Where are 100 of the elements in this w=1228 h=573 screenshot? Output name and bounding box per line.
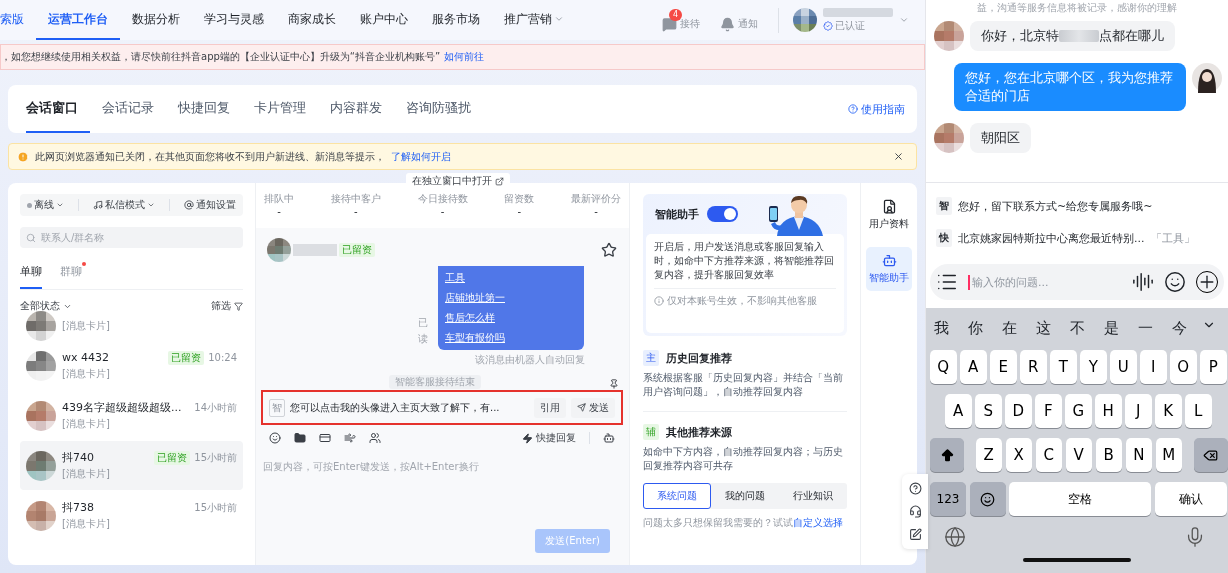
- filter-button[interactable]: 筛选: [211, 299, 243, 313]
- key[interactable]: A: [960, 350, 987, 384]
- tab[interactable]: 咨询防骚扰: [394, 85, 483, 133]
- candidate-word[interactable]: 这: [1036, 318, 1051, 338]
- status-filter[interactable]: 全部状态: [20, 299, 72, 313]
- key[interactable]: D: [1005, 394, 1032, 428]
- tab[interactable]: 快捷回复: [166, 85, 242, 133]
- message-time: 14小时前: [194, 400, 237, 415]
- key[interactable]: I: [1140, 350, 1167, 384]
- confirm-key[interactable]: 确认: [1154, 482, 1227, 516]
- key[interactable]: C: [1035, 438, 1062, 472]
- key[interactable]: Y: [1080, 350, 1107, 384]
- question-link[interactable]: 工具: [445, 271, 465, 285]
- suggested-reply[interactable]: 快 北京姚家园特斯拉中心离您最近特别... 「工具」: [926, 229, 1228, 247]
- emoji-key[interactable]: [969, 482, 1006, 516]
- backspace-key[interactable]: [1193, 438, 1228, 472]
- quote-button[interactable]: 引用: [534, 397, 566, 418]
- globe-icon[interactable]: [944, 526, 966, 548]
- conversation-item[interactable]: 439名字超级超级超级... 14小时前 [消息卡片]: [20, 391, 243, 440]
- assistant-toggle[interactable]: [707, 206, 738, 222]
- edit-icon[interactable]: [908, 528, 922, 541]
- key[interactable]: S: [975, 394, 1002, 428]
- tab[interactable]: 会话记录: [90, 85, 166, 133]
- number-key[interactable]: 123: [930, 482, 966, 516]
- key[interactable]: X: [1005, 438, 1032, 472]
- tab[interactable]: 卡片管理: [242, 85, 318, 133]
- folder-icon[interactable]: [294, 432, 306, 444]
- toolbar-item[interactable]: 私信模式: [93, 198, 155, 212]
- candidate-word[interactable]: 是: [1104, 318, 1119, 338]
- segment-tab[interactable]: 行业知识: [779, 483, 847, 509]
- headset-icon[interactable]: [908, 505, 922, 518]
- nav-item[interactable]: 学习与灵感: [192, 0, 276, 40]
- send-button[interactable]: 发送: [571, 397, 615, 418]
- conversation-item[interactable]: wx 4432 已留资 10:24 [消息卡片]: [20, 341, 243, 390]
- robot-icon[interactable]: [603, 432, 615, 444]
- custom-select-link[interactable]: 自定义选择: [793, 517, 843, 528]
- key[interactable]: E: [990, 350, 1017, 384]
- suggested-reply[interactable]: 智 您好，留下联系方式~给您专属服务哦~: [926, 197, 1228, 215]
- key[interactable]: O: [1170, 350, 1197, 384]
- emoji-icon[interactable]: [1164, 271, 1186, 293]
- card-icon[interactable]: [319, 432, 331, 444]
- key[interactable]: L: [1185, 394, 1212, 428]
- tab[interactable]: 会话窗口: [26, 85, 90, 133]
- star-icon[interactable]: [601, 242, 617, 258]
- search-icon: [26, 232, 36, 243]
- key[interactable]: G: [1065, 394, 1092, 428]
- nav-item[interactable]: 服务市场: [420, 0, 492, 40]
- candidate-word[interactable]: 我: [934, 318, 949, 338]
- key[interactable]: H: [1095, 394, 1122, 428]
- key[interactable]: Q: [930, 350, 957, 384]
- question-link[interactable]: 车型有报价吗: [445, 331, 505, 345]
- candidate-word[interactable]: 一: [1138, 318, 1153, 338]
- guide-link[interactable]: 使用指南: [848, 101, 905, 117]
- key[interactable]: J: [1125, 394, 1152, 428]
- key[interactable]: Z: [975, 438, 1002, 472]
- key[interactable]: B: [1095, 438, 1122, 472]
- nav-item[interactable]: 账户中心: [348, 0, 420, 40]
- candidate-word[interactable]: 今: [1172, 318, 1187, 338]
- close-icon[interactable]: [893, 151, 904, 162]
- toolbar-item[interactable]: 通知设置: [184, 198, 236, 212]
- banner-link[interactable]: 如何前往: [444, 50, 485, 64]
- conversation-item[interactable]: 抖738 15小时前 [消息卡片]: [20, 491, 243, 540]
- space-key[interactable]: 空格: [1009, 482, 1151, 516]
- key[interactable]: R: [1020, 350, 1047, 384]
- key[interactable]: M: [1155, 438, 1182, 472]
- toolbar-item[interactable]: 离线: [27, 198, 64, 212]
- nav-item[interactable]: 数据分析: [120, 0, 192, 40]
- key[interactable]: P: [1200, 350, 1227, 384]
- candidate-word[interactable]: 你: [968, 318, 983, 338]
- people-icon[interactable]: [369, 432, 381, 444]
- segment-tab[interactable]: 我的问题: [711, 483, 779, 509]
- key[interactable]: V: [1065, 438, 1092, 472]
- key[interactable]: A: [945, 394, 972, 428]
- key[interactable]: F: [1035, 394, 1062, 428]
- notice-link[interactable]: 了解如何开启: [391, 149, 451, 164]
- side-tab[interactable]: 智能助手: [866, 247, 912, 291]
- side-tab[interactable]: 用户资料: [866, 193, 912, 237]
- help-icon[interactable]: [908, 482, 922, 495]
- candidate-word[interactable]: 在: [1002, 318, 1017, 338]
- quick-reply-button[interactable]: 快捷回复: [522, 431, 576, 445]
- shift-key[interactable]: [930, 438, 964, 472]
- nav-item[interactable]: 商家成长: [276, 0, 348, 40]
- voice-icon[interactable]: [1132, 271, 1154, 293]
- open-window-link[interactable]: 在独立窗口中打开: [406, 173, 510, 189]
- candidate-word[interactable]: 不: [1070, 318, 1085, 338]
- key[interactable]: K: [1155, 394, 1182, 428]
- pin-icon[interactable]: [609, 379, 619, 389]
- nav-item[interactable]: 索版: [0, 0, 36, 40]
- segment-tab[interactable]: 系统问题: [643, 483, 711, 509]
- question-link[interactable]: 售后怎么样: [445, 311, 495, 325]
- conversation-item[interactable]: 抖740 已留资 15小时前 [消息卡片]: [20, 441, 243, 490]
- chat-tab[interactable]: 单聊: [20, 258, 42, 289]
- key[interactable]: T: [1050, 350, 1077, 384]
- question-link[interactable]: 店铺地址第一: [445, 291, 505, 305]
- key[interactable]: N: [1125, 438, 1152, 472]
- nav-item[interactable]: 推广营销: [492, 0, 576, 40]
- nav-action[interactable]: 4 接待: [662, 8, 702, 32]
- nav-item[interactable]: 运营工作台: [36, 0, 120, 40]
- tab[interactable]: 内容群发: [318, 85, 394, 133]
- key[interactable]: U: [1110, 350, 1137, 384]
